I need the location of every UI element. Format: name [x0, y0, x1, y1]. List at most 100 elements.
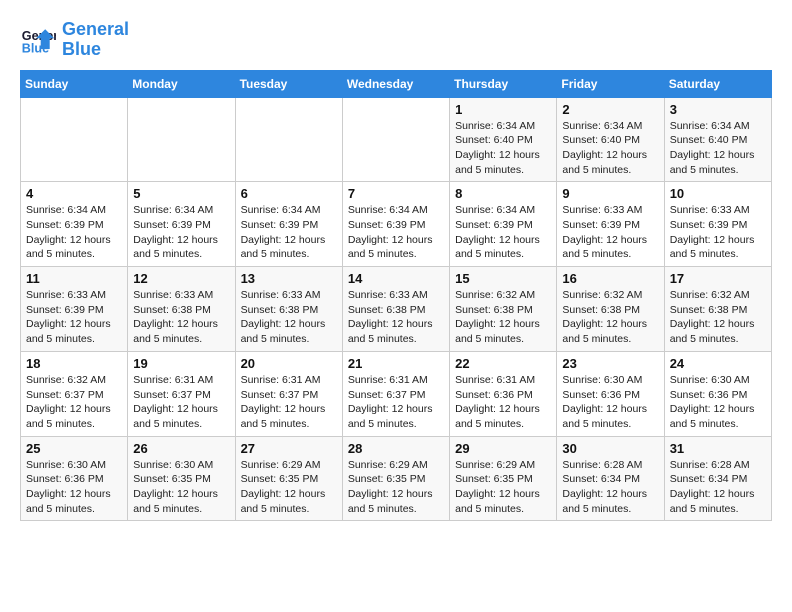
day-detail: Sunrise: 6:30 AMSunset: 6:35 PMDaylight:… [133, 458, 229, 517]
calendar-cell: 13 Sunrise: 6:33 AMSunset: 6:38 PMDayligh… [235, 267, 342, 352]
day-detail: Sunrise: 6:34 AMSunset: 6:39 PMDaylight:… [455, 203, 551, 262]
logo-text: GeneralBlue [62, 20, 129, 60]
calendar-cell: 16 Sunrise: 6:32 AMSunset: 6:38 PMDayligh… [557, 267, 664, 352]
calendar-cell: 18 Sunrise: 6:32 AMSunset: 6:37 PMDayligh… [21, 351, 128, 436]
page-header: General Blue GeneralBlue [20, 20, 772, 60]
day-number: 13 [241, 271, 337, 286]
day-detail: Sunrise: 6:33 AMSunset: 6:39 PMDaylight:… [562, 203, 658, 262]
day-number: 20 [241, 356, 337, 371]
day-detail: Sunrise: 6:31 AMSunset: 6:36 PMDaylight:… [455, 373, 551, 432]
calendar-cell: 9 Sunrise: 6:33 AMSunset: 6:39 PMDaylight… [557, 182, 664, 267]
day-number: 26 [133, 441, 229, 456]
day-detail: Sunrise: 6:30 AMSunset: 6:36 PMDaylight:… [562, 373, 658, 432]
calendar-cell: 7 Sunrise: 6:34 AMSunset: 6:39 PMDaylight… [342, 182, 449, 267]
calendar-cell: 29 Sunrise: 6:29 AMSunset: 6:35 PMDayligh… [450, 436, 557, 521]
day-detail: Sunrise: 6:33 AMSunset: 6:38 PMDaylight:… [241, 288, 337, 347]
day-detail: Sunrise: 6:34 AMSunset: 6:39 PMDaylight:… [133, 203, 229, 262]
weekday-header-friday: Friday [557, 70, 664, 97]
weekday-header-wednesday: Wednesday [342, 70, 449, 97]
weekday-header-sunday: Sunday [21, 70, 128, 97]
day-detail: Sunrise: 6:31 AMSunset: 6:37 PMDaylight:… [241, 373, 337, 432]
day-detail: Sunrise: 6:32 AMSunset: 6:38 PMDaylight:… [455, 288, 551, 347]
day-detail: Sunrise: 6:34 AMSunset: 6:40 PMDaylight:… [670, 119, 766, 178]
day-detail: Sunrise: 6:29 AMSunset: 6:35 PMDaylight:… [455, 458, 551, 517]
day-detail: Sunrise: 6:31 AMSunset: 6:37 PMDaylight:… [348, 373, 444, 432]
calendar-cell [342, 97, 449, 182]
calendar-cell [128, 97, 235, 182]
day-detail: Sunrise: 6:29 AMSunset: 6:35 PMDaylight:… [241, 458, 337, 517]
day-number: 16 [562, 271, 658, 286]
day-number: 4 [26, 186, 122, 201]
day-detail: Sunrise: 6:34 AMSunset: 6:39 PMDaylight:… [241, 203, 337, 262]
day-number: 23 [562, 356, 658, 371]
logo: General Blue GeneralBlue [20, 20, 129, 60]
calendar-cell: 8 Sunrise: 6:34 AMSunset: 6:39 PMDaylight… [450, 182, 557, 267]
calendar-cell: 2Sunrise: 6:34 AMSunset: 6:40 PMDaylight… [557, 97, 664, 182]
day-number: 29 [455, 441, 551, 456]
day-number: 2 [562, 102, 658, 117]
day-detail: Sunrise: 6:28 AMSunset: 6:34 PMDaylight:… [670, 458, 766, 517]
day-number: 3 [670, 102, 766, 117]
day-detail: Sunrise: 6:28 AMSunset: 6:34 PMDaylight:… [562, 458, 658, 517]
calendar-cell: 17 Sunrise: 6:32 AMSunset: 6:38 PMDayligh… [664, 267, 771, 352]
day-detail: Sunrise: 6:29 AMSunset: 6:35 PMDaylight:… [348, 458, 444, 517]
day-detail: Sunrise: 6:33 AMSunset: 6:38 PMDaylight:… [348, 288, 444, 347]
day-number: 11 [26, 271, 122, 286]
calendar-cell [21, 97, 128, 182]
day-number: 18 [26, 356, 122, 371]
calendar-cell: 10 Sunrise: 6:33 AMSunset: 6:39 PMDayligh… [664, 182, 771, 267]
day-number: 14 [348, 271, 444, 286]
calendar-cell: 4Sunrise: 6:34 AMSunset: 6:39 PMDaylight… [21, 182, 128, 267]
calendar-cell: 22 Sunrise: 6:31 AMSunset: 6:36 PMDayligh… [450, 351, 557, 436]
day-number: 8 [455, 186, 551, 201]
weekday-header-monday: Monday [128, 70, 235, 97]
day-number: 31 [670, 441, 766, 456]
day-number: 30 [562, 441, 658, 456]
calendar-cell [235, 97, 342, 182]
calendar-cell: 30 Sunrise: 6:28 AMSunset: 6:34 PMDayligh… [557, 436, 664, 521]
day-detail: Sunrise: 6:32 AMSunset: 6:38 PMDaylight:… [670, 288, 766, 347]
day-detail: Sunrise: 6:31 AMSunset: 6:37 PMDaylight:… [133, 373, 229, 432]
logo-icon: General Blue [20, 22, 56, 58]
day-detail: Sunrise: 6:34 AMSunset: 6:40 PMDaylight:… [455, 119, 551, 178]
weekday-header-tuesday: Tuesday [235, 70, 342, 97]
day-detail: Sunrise: 6:34 AMSunset: 6:39 PMDaylight:… [348, 203, 444, 262]
day-detail: Sunrise: 6:30 AMSunset: 6:36 PMDaylight:… [26, 458, 122, 517]
day-number: 6 [241, 186, 337, 201]
day-number: 21 [348, 356, 444, 371]
calendar-cell: 31 Sunrise: 6:28 AMSunset: 6:34 PMDayligh… [664, 436, 771, 521]
day-number: 10 [670, 186, 766, 201]
day-number: 24 [670, 356, 766, 371]
calendar-cell: 15 Sunrise: 6:32 AMSunset: 6:38 PMDayligh… [450, 267, 557, 352]
day-number: 7 [348, 186, 444, 201]
calendar-cell: 6 Sunrise: 6:34 AMSunset: 6:39 PMDaylight… [235, 182, 342, 267]
day-detail: Sunrise: 6:32 AMSunset: 6:38 PMDaylight:… [562, 288, 658, 347]
calendar-cell: 11Sunrise: 6:33 AMSunset: 6:39 PMDayligh… [21, 267, 128, 352]
calendar-cell: 26 Sunrise: 6:30 AMSunset: 6:35 PMDayligh… [128, 436, 235, 521]
calendar-cell: 12Sunrise: 6:33 AMSunset: 6:38 PMDayligh… [128, 267, 235, 352]
calendar-cell: 14 Sunrise: 6:33 AMSunset: 6:38 PMDayligh… [342, 267, 449, 352]
day-number: 17 [670, 271, 766, 286]
calendar-cell: 1 Sunrise: 6:34 AMSunset: 6:40 PMDaylight… [450, 97, 557, 182]
day-number: 12 [133, 271, 229, 286]
day-number: 25 [26, 441, 122, 456]
calendar-cell: 25 Sunrise: 6:30 AMSunset: 6:36 PMDayligh… [21, 436, 128, 521]
calendar-cell: 28 Sunrise: 6:29 AMSunset: 6:35 PMDayligh… [342, 436, 449, 521]
weekday-header-thursday: Thursday [450, 70, 557, 97]
day-detail: Sunrise: 6:33 AMSunset: 6:39 PMDaylight:… [670, 203, 766, 262]
day-number: 28 [348, 441, 444, 456]
day-detail: Sunrise: 6:32 AMSunset: 6:37 PMDaylight:… [26, 373, 122, 432]
calendar-cell: 21 Sunrise: 6:31 AMSunset: 6:37 PMDayligh… [342, 351, 449, 436]
day-number: 19 [133, 356, 229, 371]
calendar-cell: 19 Sunrise: 6:31 AMSunset: 6:37 PMDayligh… [128, 351, 235, 436]
day-number: 22 [455, 356, 551, 371]
day-number: 15 [455, 271, 551, 286]
calendar-cell: 20 Sunrise: 6:31 AMSunset: 6:37 PMDayligh… [235, 351, 342, 436]
weekday-header-saturday: Saturday [664, 70, 771, 97]
day-number: 27 [241, 441, 337, 456]
calendar-table: SundayMondayTuesdayWednesdayThursdayFrid… [20, 70, 772, 522]
calendar-cell: 3 Sunrise: 6:34 AMSunset: 6:40 PMDaylight… [664, 97, 771, 182]
calendar-cell: 24Sunrise: 6:30 AMSunset: 6:36 PMDayligh… [664, 351, 771, 436]
day-number: 1 [455, 102, 551, 117]
day-number: 9 [562, 186, 658, 201]
